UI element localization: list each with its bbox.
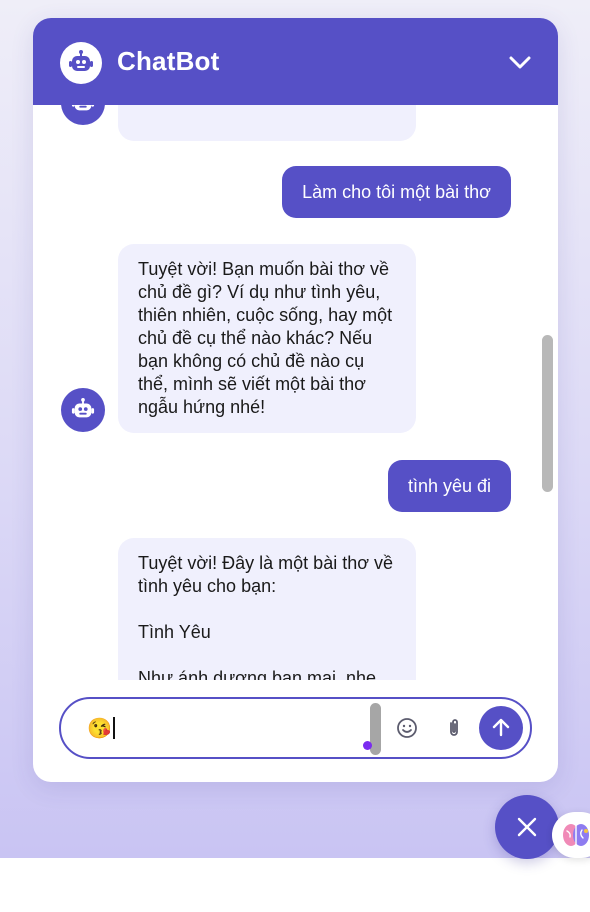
robot-icon xyxy=(60,42,102,84)
chatbot-window: ChatBot Làm cho tôi một bài thơ Tuyệt vờ… xyxy=(33,18,558,782)
smiley-icon[interactable] xyxy=(395,716,419,740)
bot-message xyxy=(118,105,416,141)
text-caret xyxy=(112,717,115,739)
send-button[interactable] xyxy=(479,706,523,750)
bot-message: Tuyệt vời! Đây là một bài thơ về tình yê… xyxy=(118,538,416,680)
bot-avatar xyxy=(61,105,105,125)
user-message: tình yêu đi xyxy=(387,460,511,512)
chat-toggle-button[interactable] xyxy=(495,795,559,859)
message-list[interactable]: Làm cho tôi một bài thơ Tuyệt vời! Bạn m… xyxy=(33,105,558,680)
bot-message: Tuyệt vời! Bạn muốn bài thơ về chủ đề gì… xyxy=(118,244,416,433)
arrow-up-icon xyxy=(492,718,510,737)
brain-icon xyxy=(563,824,589,846)
chatbot-title: ChatBot xyxy=(117,46,220,76)
paperclip-icon[interactable] xyxy=(442,716,466,740)
chevron-down-icon[interactable] xyxy=(508,51,532,75)
close-icon xyxy=(517,817,537,837)
message-input[interactable]: 😘 xyxy=(87,715,115,741)
chat-scrollbar[interactable] xyxy=(542,335,553,492)
bot-avatar xyxy=(61,388,105,432)
chat-header: ChatBot xyxy=(33,18,558,105)
user-message: Làm cho tôi một bài thơ xyxy=(282,166,511,218)
message-input-bar: 😘 xyxy=(59,697,532,759)
input-indicator-dot xyxy=(363,741,372,750)
brain-button[interactable] xyxy=(552,812,590,858)
message-input-value: 😘 xyxy=(87,717,112,740)
